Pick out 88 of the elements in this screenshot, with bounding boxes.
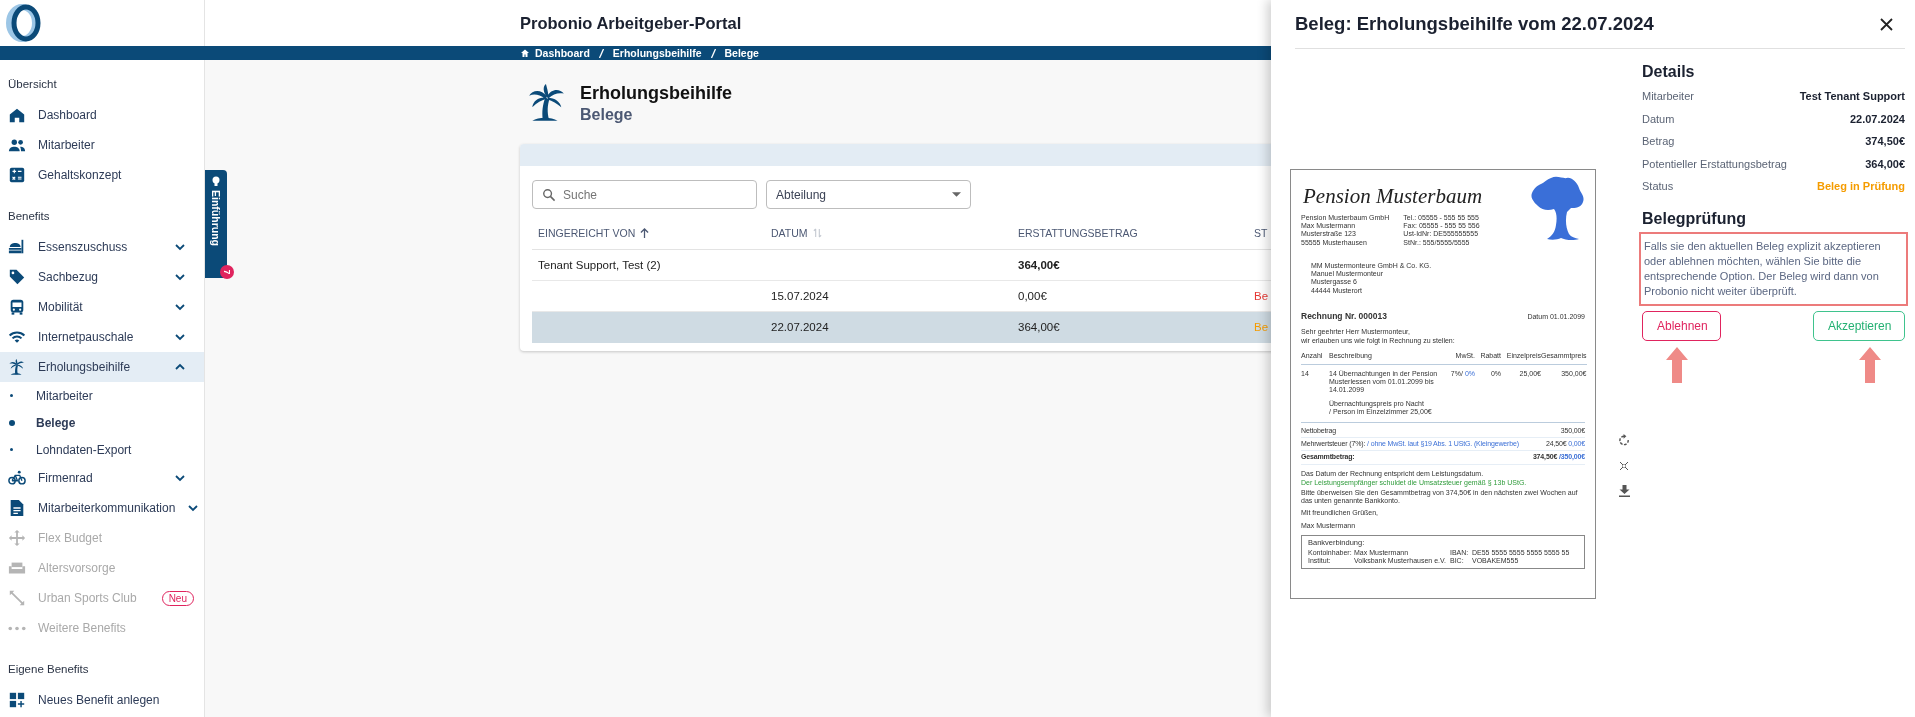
breadcrumb-link[interactable]: Dashboard (535, 47, 590, 59)
bicycle-icon (8, 469, 26, 487)
sidebar-item[interactable]: Dashboard (0, 100, 204, 130)
sidebar-subitem[interactable]: Mitarbeiter (36, 388, 93, 403)
sidebar-item[interactable]: Internetpauschale (0, 322, 204, 352)
drawer-title: Beleg: Erholungsbeihilfe vom 22.07.2024 (1295, 13, 1654, 35)
sidebar-item[interactable]: Gehaltskonzept (0, 160, 204, 190)
sidebar-item[interactable]: Firmenrad (0, 463, 204, 493)
chevron-down-icon (174, 331, 186, 343)
column-header[interactable]: ERSTATTUNGSBETRAG (1018, 227, 1138, 239)
home-icon (8, 106, 26, 124)
detail-label: Mitarbeiter (1642, 90, 1694, 103)
letterhead-logo-text: Pension Musterbaum (1303, 183, 1483, 209)
tag-icon (8, 268, 26, 286)
caret-icon (952, 192, 961, 197)
sidebar-item[interactable]: Mobilität (0, 292, 204, 322)
detail-label: Potentieller Erstattungsbetrag (1642, 157, 1787, 170)
page-subtitle: Belege (580, 105, 634, 124)
column-header[interactable]: EINGEREICHT VON (538, 227, 636, 239)
rotate-icon (1617, 434, 1631, 447)
close-icon (1880, 17, 1893, 31)
breadcrumb-link[interactable]: Belege (724, 47, 759, 59)
app-title: Probonio Arbeitgeber-Portal (520, 13, 742, 33)
sidebar-item[interactable]: Sachbezug (0, 262, 204, 292)
sidebar-subitem[interactable]: Lohndaten-Export (36, 442, 132, 457)
palm-tree-icon (8, 358, 26, 376)
chevron-down-icon (174, 472, 186, 484)
breadcrumb-separator-icon (710, 48, 716, 58)
chevron-down-icon (187, 502, 200, 514)
shrink-arrows-icon (1619, 461, 1630, 471)
sidebar-item[interactable]: Mitarbeiterkommunikation (0, 493, 204, 523)
search-icon (542, 188, 556, 202)
diagonal-arrows-icon (8, 589, 26, 607)
section-heading: Eigene Benefits (7, 662, 90, 677)
detail-value: Beleg in Prüfung (1817, 180, 1905, 193)
bus-icon (8, 298, 26, 316)
table-cell: Be (1248, 312, 1271, 343)
logo (6, 4, 42, 42)
sidebar-item[interactable]: Neues Benefit anlegen (0, 685, 204, 715)
dots-icon (8, 625, 26, 631)
chevron-down-icon (174, 271, 186, 283)
sidebar-item[interactable]: Essenszuschuss (0, 232, 204, 262)
column-header[interactable]: DATUM (771, 227, 808, 239)
invoice-title: Rechnung Nr. 000013 (1301, 311, 1387, 322)
detail-value: 364,00€ (1865, 157, 1905, 170)
sidebar-subitem[interactable]: Belege (36, 415, 76, 430)
cross-arrows-icon (8, 529, 26, 547)
detail-label: Datum (1642, 112, 1675, 125)
table-cell: 364,00€ (1012, 312, 1248, 343)
chevron-down-icon (174, 241, 186, 253)
section-heading: Übersicht (7, 77, 58, 92)
tree-icon (1529, 175, 1585, 242)
detail-value: Test Tenant Support (1799, 90, 1905, 103)
bullet-icon (10, 448, 13, 451)
calculator-icon (8, 166, 26, 184)
detail-label: Status (1642, 180, 1674, 193)
home-icon (520, 48, 530, 58)
grid-plus-icon (8, 691, 26, 709)
bullet-icon (10, 394, 13, 397)
section-heading: Benefits (7, 209, 51, 224)
table-cell: 22.07.2024 (765, 312, 1012, 343)
burger-icon (8, 238, 26, 256)
detail-label: Betrag (1642, 135, 1675, 148)
bullet-icon (9, 419, 15, 426)
reject-button[interactable]: Ablehnen (1642, 310, 1721, 341)
sidebar-item[interactable]: Erholungsbeihilfe (0, 352, 204, 382)
detail-value: 374,50€ (1865, 135, 1905, 148)
section-heading: Details (1642, 63, 1696, 81)
sidebar-item[interactable]: Mitarbeiter (0, 130, 204, 160)
rotate-button[interactable] (1617, 434, 1631, 447)
info-text: Falls sie den aktuellen Beleg explizit akzeptieren oder ablehnen möchten, wählen Sie bitte die entsprechende Option. Der Beleg wird dann von Probonio nicht weiter überprüft. (1639, 231, 1908, 306)
fit-button[interactable] (1619, 461, 1630, 471)
count-badge: 7 (220, 265, 234, 279)
breadcrumb-link[interactable]: Erholungsbeihilfe (612, 47, 702, 59)
download-button[interactable] (1618, 485, 1630, 497)
chevron-down-icon (174, 301, 186, 313)
search-field[interactable]: Suche (532, 180, 757, 209)
lightbulb-icon (212, 176, 220, 187)
column-header[interactable]: ST (1254, 227, 1268, 239)
table-cell: 364,00€ (1012, 250, 1248, 281)
download-icon (1618, 485, 1630, 497)
department-dropdown[interactable]: Abteilung (766, 180, 971, 209)
page-title: Erholungsbeihilfe (580, 82, 732, 104)
document-icon (8, 499, 26, 517)
section-heading: Belegprüfung (1642, 209, 1747, 228)
table-cell: Tenant Support, Test (2) (532, 250, 765, 281)
detail-value: 22.07.2024 (1849, 112, 1905, 125)
breadcrumb-separator-icon (598, 48, 604, 58)
